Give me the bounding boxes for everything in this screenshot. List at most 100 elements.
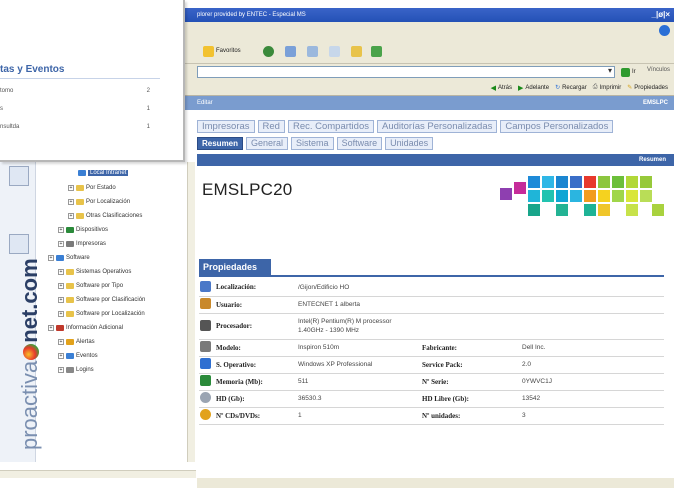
property-label: HD (Gb): <box>213 390 295 408</box>
window-controls[interactable]: _|ø|× <box>652 10 670 20</box>
status-bar <box>197 478 674 488</box>
expand-icon[interactable]: + <box>58 241 64 247</box>
tree-item[interactable]: + Información Adicional <box>48 323 123 333</box>
mail-button[interactable] <box>285 44 296 58</box>
folder-icon <box>66 297 74 303</box>
popup-row-label: nsultda <box>0 124 20 130</box>
expand-icon[interactable]: + <box>58 353 64 359</box>
address-input[interactable] <box>197 66 615 78</box>
tree-item[interactable]: + Dispositivos <box>58 225 108 235</box>
tab-rec-compartidos[interactable]: Rec. Compartidos <box>287 120 374 133</box>
expand-icon[interactable]: + <box>58 227 64 233</box>
tab-campos-personalizados[interactable]: Campos Personalizados <box>500 120 614 133</box>
cdrom-icon <box>200 409 211 420</box>
expand-icon[interactable]: + <box>58 283 64 289</box>
properties-header: Propiedades <box>199 259 271 275</box>
location-icon <box>200 280 211 292</box>
event-icon <box>66 353 74 359</box>
tree-item[interactable]: + Por Estado <box>68 183 116 193</box>
print-button[interactable]: ⎙ Imprimir <box>593 84 621 91</box>
tabs-row-top: Impresoras Red Rec. Compartidos Auditorías … <box>197 120 674 134</box>
forward-arrow-icon: ▶ <box>517 84 524 92</box>
popup-row-count: 1 <box>146 124 150 130</box>
properties-button[interactable]: ✎ Propiedades <box>627 84 668 92</box>
printer-tool-icon <box>307 45 318 57</box>
tree-item-label: Logins <box>76 367 94 373</box>
property-icon-cell <box>199 279 213 297</box>
properties-row: Procesador: Intel(R) Pentium(R) M process… <box>199 313 664 340</box>
back-button[interactable]: ◀ Atrás <box>491 84 512 92</box>
brand-logo-icon <box>23 343 39 360</box>
expand-icon[interactable]: + <box>58 311 64 317</box>
tree-item[interactable]: + Impresoras <box>58 239 106 249</box>
tree-item[interactable]: + Alertas <box>58 337 95 347</box>
property-value: Inspiron 510m <box>295 339 419 357</box>
popup-row[interactable]: s1 <box>0 106 160 112</box>
expand-icon[interactable]: + <box>68 185 74 191</box>
back-label: Atrás <box>497 84 512 91</box>
edit-button[interactable] <box>329 44 340 58</box>
sidebar-tool-button-2[interactable] <box>9 234 29 254</box>
printer-icon <box>66 241 74 247</box>
popup-row[interactable]: tomo 2 <box>0 88 160 94</box>
property-value: Intel(R) Pentium(R) M processor 1.40GHz … <box>295 313 419 340</box>
forward-button[interactable]: ▶ Adelante <box>518 84 549 92</box>
tab-general[interactable]: General <box>246 137 289 150</box>
expand-icon[interactable]: + <box>58 297 64 303</box>
tree-item-label: Software <box>66 255 90 261</box>
tab-resumen[interactable]: Resumen <box>197 137 244 150</box>
software-icon <box>56 255 64 261</box>
print-tool-button[interactable] <box>307 44 318 58</box>
properties-icon: ✎ <box>627 85 633 91</box>
media-icon <box>263 45 274 57</box>
property-label: Procesador: <box>213 313 295 340</box>
tree-horizontal-scrollbar[interactable] <box>0 470 196 478</box>
property-label: HD Libre (Gb): <box>419 390 519 408</box>
expand-icon[interactable]: + <box>68 199 74 205</box>
expand-icon[interactable]: + <box>48 325 54 331</box>
tree-item[interactable]: + Software <box>48 253 90 263</box>
expand-icon[interactable]: + <box>68 213 74 219</box>
expand-icon[interactable]: + <box>58 367 64 373</box>
tab-software[interactable]: Software <box>336 137 383 150</box>
links-button[interactable]: Vínculos <box>647 67 670 73</box>
tab-red[interactable]: Red <box>257 120 285 133</box>
property-icon-cell <box>199 296 213 314</box>
popup-row[interactable]: nsultda 1 <box>0 124 160 130</box>
harddisk-icon <box>200 392 211 403</box>
tree-item[interactable]: + Software por Localización <box>58 309 145 319</box>
tree-vertical-scrollbar[interactable] <box>187 162 195 462</box>
expand-icon[interactable]: + <box>48 255 54 261</box>
brand-text-dark: net.com <box>17 258 42 343</box>
os-icon <box>200 358 211 369</box>
favorites-button[interactable]: Favoritos <box>203 44 241 58</box>
refresh-button[interactable]: ↻ Recargar <box>555 84 587 92</box>
folder-tool-button[interactable] <box>351 44 362 58</box>
tree-item[interactable]: + Sistemas Operativos <box>58 267 131 277</box>
messenger-button[interactable] <box>371 44 382 58</box>
tree-item[interactable]: + Por Localización <box>68 197 130 207</box>
tree-item[interactable]: + Software por Tipo <box>58 281 123 291</box>
navigation-bar: ◀ Atrás ▶ Adelante ↻ Recargar ⎙ Imprimir ✎ Pr… <box>185 80 674 96</box>
expand-icon[interactable]: + <box>58 339 64 345</box>
tree-item-label: Otras Clasificaciones <box>86 213 143 219</box>
tree-item[interactable]: + Eventos <box>58 351 98 361</box>
tree-item[interactable]: + Otras Clasificaciones <box>68 211 142 221</box>
edit-menu[interactable]: Editar <box>197 100 213 106</box>
expand-icon[interactable]: + <box>58 269 64 275</box>
tree-item-label: Eventos <box>76 353 98 359</box>
tree-item[interactable]: Local Intranet <box>78 168 129 178</box>
tree-item[interactable]: + Logins <box>58 365 94 375</box>
property-label: Fabricante: <box>419 339 519 357</box>
tab-auditor-as-personalizadas[interactable]: Auditorías Personalizadas <box>376 120 498 133</box>
tab-sistema[interactable]: Sistema <box>291 137 334 150</box>
go-button[interactable]: Ir <box>621 66 643 78</box>
tree-item[interactable]: + Software por Clasificación <box>58 295 145 305</box>
property-icon-cell <box>199 390 213 408</box>
tab-impresoras[interactable]: Impresoras <box>197 120 255 133</box>
sidebar-tool-button[interactable] <box>9 166 29 186</box>
info-icon <box>56 325 64 331</box>
folder-icon <box>66 283 74 289</box>
media-button[interactable] <box>263 44 274 58</box>
tab-unidades[interactable]: Unidades <box>385 137 434 150</box>
